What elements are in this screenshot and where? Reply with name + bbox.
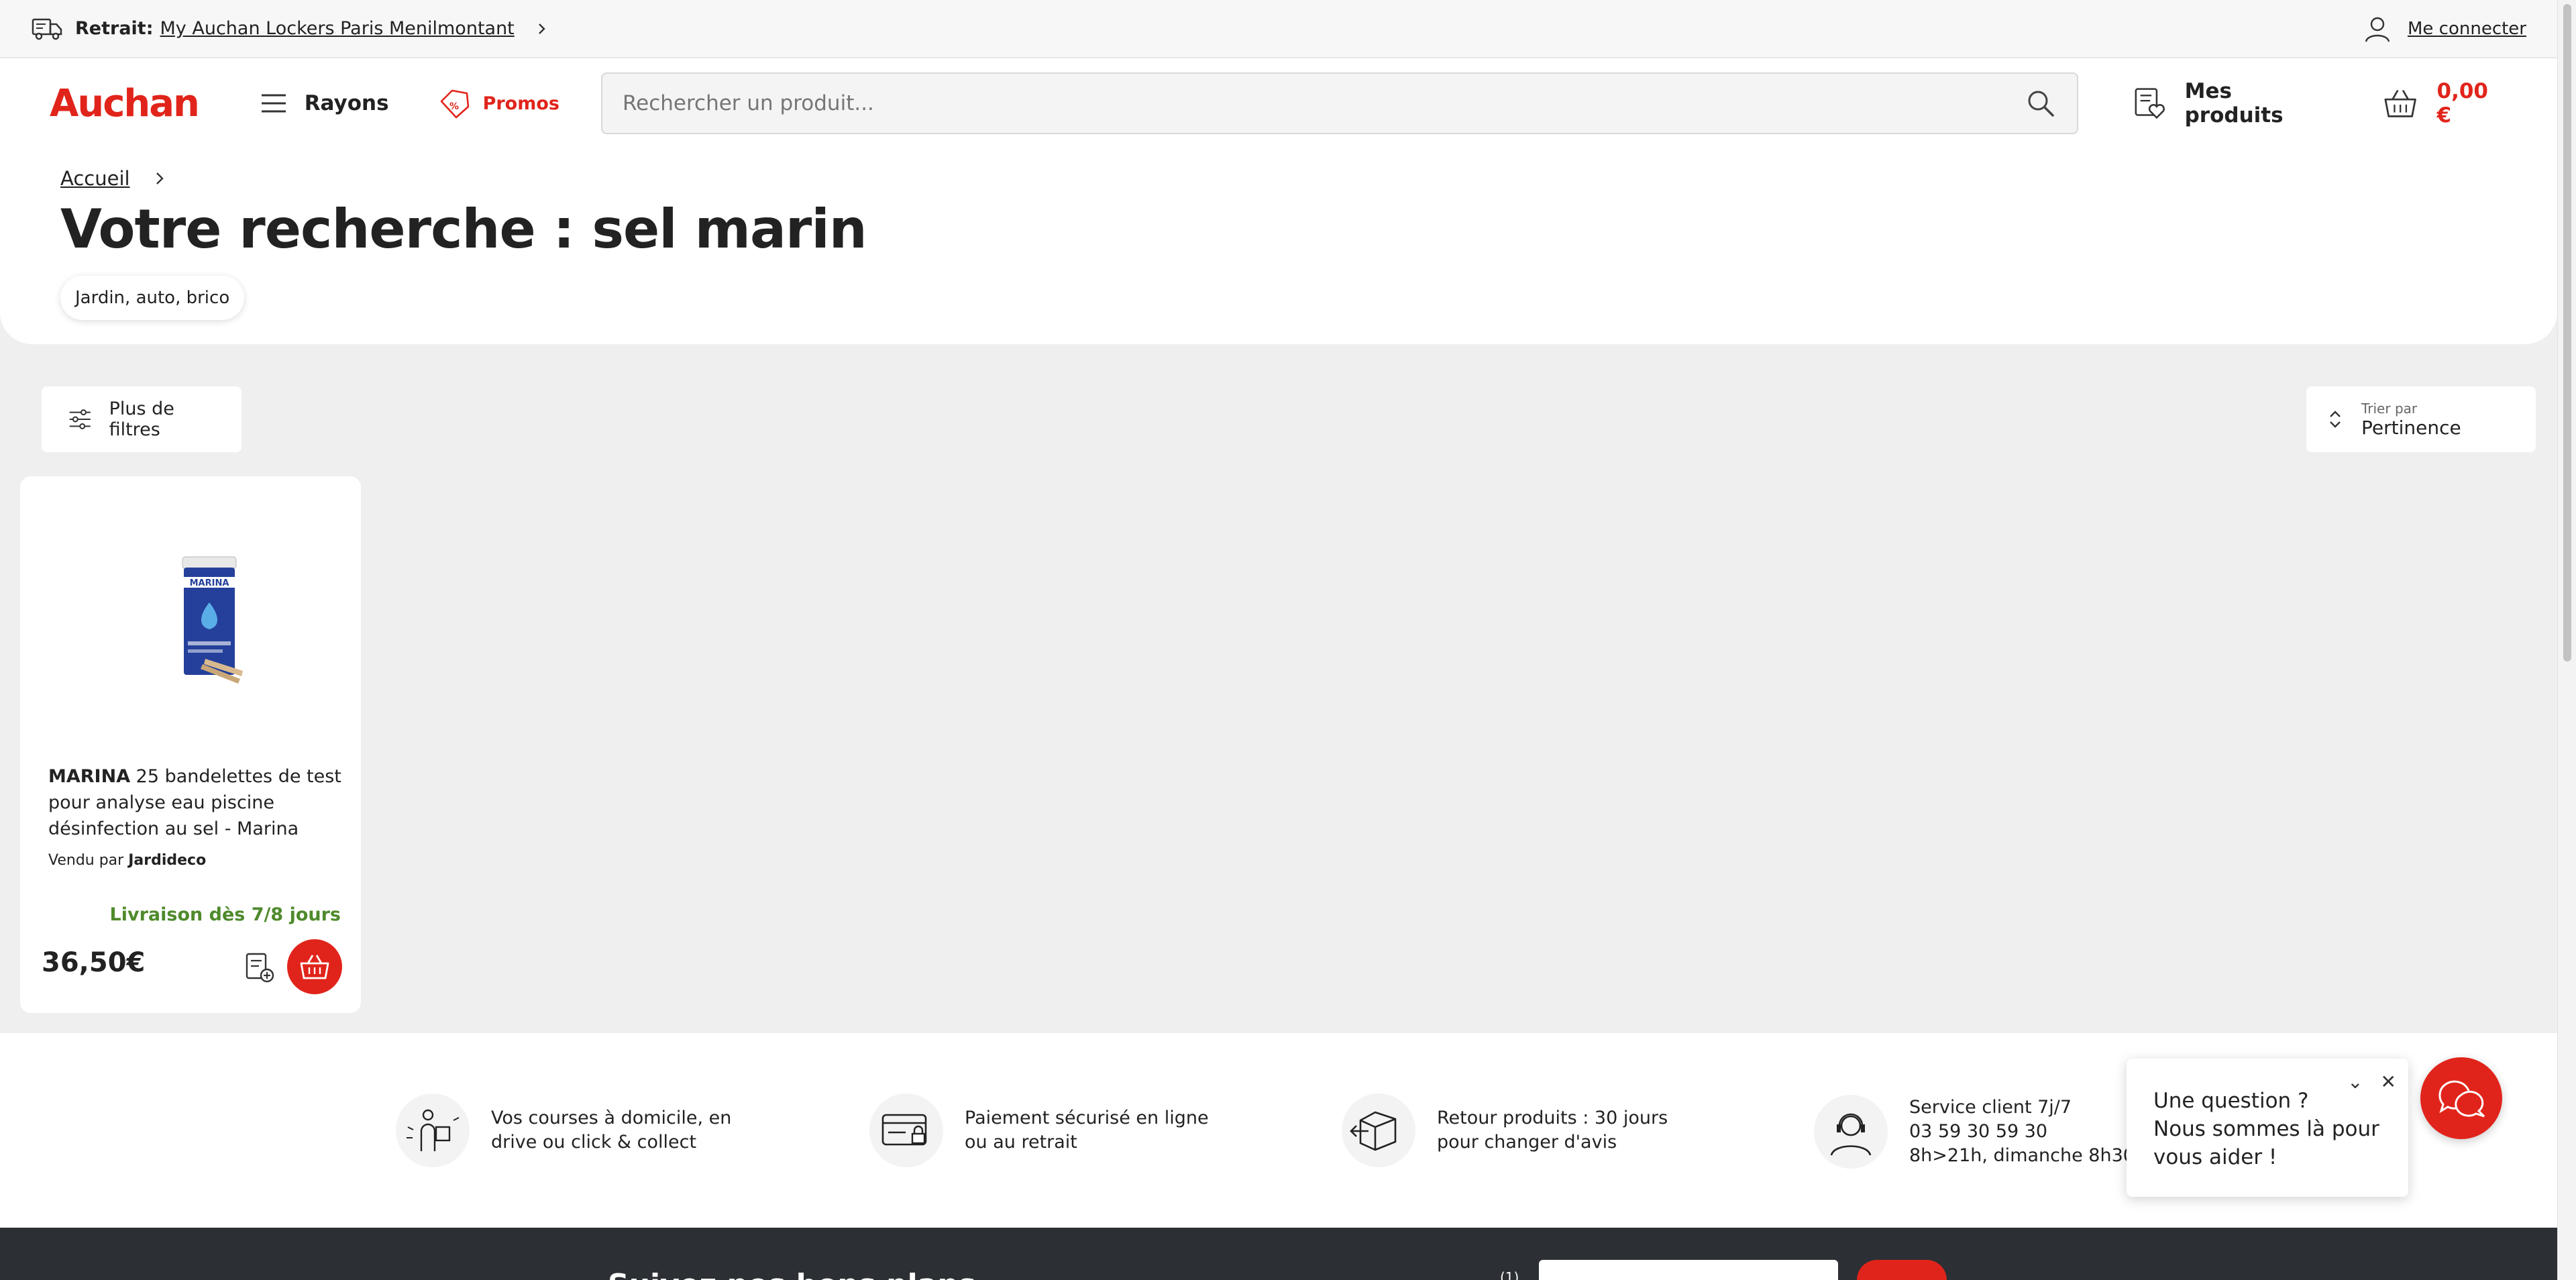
main-header: Auchan Rayons % Promos Mes produits (0, 58, 2557, 148)
menu-icon (261, 94, 286, 113)
promos-link[interactable]: % Promos (437, 87, 559, 120)
add-to-list-icon[interactable] (241, 950, 276, 985)
sort-select[interactable]: Trier par Pertinence (2306, 386, 2536, 452)
promo-tag-icon: % (440, 89, 469, 119)
chat-open-button[interactable] (2420, 1057, 2502, 1139)
sort-label: Trier par (2361, 400, 2418, 417)
account-area: Me connecter (2363, 15, 2526, 43)
promos-label: Promos (482, 93, 559, 114)
service-line: drive ou click & collect (491, 1132, 697, 1153)
filter-sliders-icon (69, 409, 91, 429)
service-line: pour changer d'avis (1437, 1132, 1617, 1153)
return-box-icon (1342, 1094, 1415, 1167)
scrollbar-thumb[interactable] (2563, 4, 2571, 661)
delivery-info: Livraison dès 7/8 jours (109, 904, 341, 925)
product-name[interactable]: MARINA 25 bandelettes de test pour analy… (48, 763, 343, 842)
svg-text:%: % (449, 101, 459, 112)
service-text: Vos courses à domicile, en drive ou clic… (491, 1106, 731, 1155)
delivery-person-icon (396, 1094, 470, 1167)
service-text: Paiement sécurisé en ligne ou au retrait (965, 1106, 1209, 1155)
chat-invite-bubble[interactable]: ⌄ ✕ Une question ? Nous sommes là pour v… (2127, 1059, 2408, 1197)
top-bar: Retrait: My Auchan Lockers Paris Menilmo… (0, 0, 2557, 58)
newsletter-submit-button[interactable] (1857, 1260, 1947, 1280)
service-customer-care: Service client 7j/7 03 59 30 59 30 8h>21… (1814, 1095, 2173, 1169)
service-line: Vos courses à domicile, en (491, 1108, 732, 1128)
newsletter-note: (1) (1500, 1269, 1519, 1280)
breadcrumb: Accueil (60, 167, 166, 190)
chat-line: Nous sommes là pour (2153, 1117, 2379, 1141)
rayons-menu-button[interactable]: Rayons (260, 91, 389, 115)
footer-newsletter: Suivez nos bons plans (1) (0, 1228, 2557, 1280)
chat-bubbles-icon (2438, 1080, 2485, 1118)
product-price: 36,50€ (42, 947, 146, 978)
secure-card-icon (869, 1094, 943, 1167)
tube-brand-text: MARINA (190, 578, 229, 588)
product-brand: MARINA (48, 766, 131, 787)
seller-name: Jardideco (128, 852, 207, 869)
service-text: Retour produits : 30 jours pour changer … (1437, 1106, 1668, 1155)
breadcrumb-home-link[interactable]: Accueil (60, 167, 130, 190)
chat-controls: ⌄ ✕ (2347, 1068, 2396, 1096)
retrait-label: Retrait: (75, 18, 154, 39)
more-filters-button[interactable]: Plus de filtres (42, 386, 241, 452)
cart-total: 0,00 € (2436, 79, 2489, 127)
chevron-right-icon (156, 172, 164, 184)
service-line: Retour produits : 30 jours (1437, 1108, 1668, 1128)
category-chip[interactable]: Jardin, auto, brico (60, 276, 245, 320)
page-title: Votre recherche : sel marin (60, 198, 867, 260)
close-icon[interactable]: ✕ (2381, 1068, 2396, 1096)
list-heart-icon (2135, 88, 2165, 119)
search-icon[interactable] (2025, 87, 2057, 119)
service-home-delivery: Vos courses à domicile, en drive ou clic… (396, 1094, 731, 1167)
basket-icon (2384, 89, 2416, 117)
more-filters-label: Plus de filtres (109, 398, 174, 440)
chevron-down-icon[interactable]: ⌄ (2347, 1068, 2363, 1096)
product-card[interactable]: MARINA MARINA 25 bandelettes de test pou… (20, 476, 361, 1013)
sort-text: Trier par Pertinence (2361, 401, 2461, 439)
logo-wordmark: Auchan (50, 81, 200, 125)
user-icon[interactable] (2363, 15, 2392, 43)
service-line: ou au retrait (965, 1132, 1077, 1153)
service-secure-payment: Paiement sécurisé en ligne ou au retrait (869, 1094, 1209, 1167)
login-link[interactable]: Me connecter (2408, 19, 2526, 39)
service-returns: Retour produits : 30 jours pour changer … (1342, 1094, 1668, 1167)
newsletter-email-input[interactable] (1539, 1260, 1838, 1280)
truck-icon (32, 18, 62, 40)
product-tube-image: MARINA (182, 556, 243, 684)
search-result-header: Accueil Votre recherche : sel marin Jard… (0, 148, 2557, 344)
service-line: Paiement sécurisé en ligne (965, 1108, 1209, 1128)
search-input[interactable] (622, 91, 2025, 115)
customer-service-icon (1814, 1095, 1888, 1169)
product-image[interactable]: MARINA (114, 521, 309, 715)
cart-button[interactable]: 0,00 € (2383, 79, 2508, 127)
newsletter-title: Suivez nos bons plans (608, 1268, 976, 1280)
add-to-cart-button[interactable] (287, 939, 342, 994)
rayons-label: Rayons (304, 91, 389, 115)
sort-value: Pertinence (2361, 416, 2461, 439)
search-bar (600, 72, 2079, 134)
seller-prefix: Vendu par (48, 852, 129, 869)
sort-arrows-icon (2330, 411, 2341, 428)
retrait-store-link[interactable]: My Auchan Lockers Paris Menilmontant (160, 18, 515, 39)
auchan-logo[interactable]: Auchan (50, 82, 207, 125)
page-scrollbar[interactable] (2557, 0, 2576, 1280)
product-seller: Vendu par Jardideco (48, 852, 206, 869)
basket-icon (300, 955, 329, 979)
chat-line: vous aider ! (2153, 1145, 2277, 1169)
mes-produits-label: Mes produits (2184, 79, 2284, 127)
mes-produits-button[interactable]: Mes produits (2132, 79, 2333, 127)
chevron-right-icon[interactable] (535, 22, 548, 36)
